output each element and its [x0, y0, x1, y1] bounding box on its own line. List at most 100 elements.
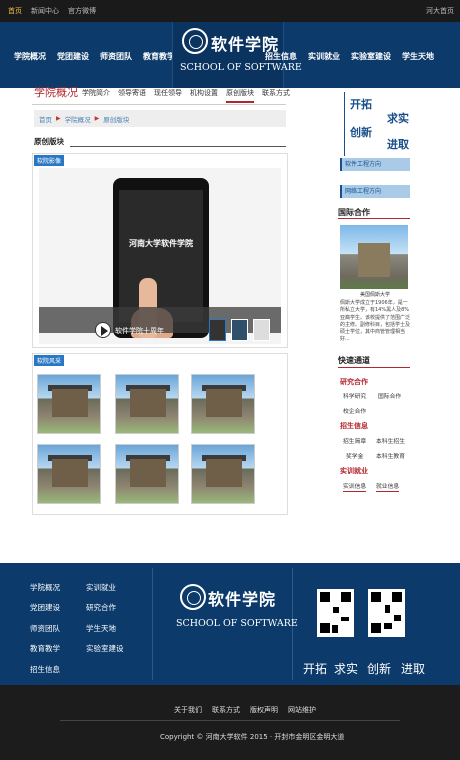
sidebar-link-network[interactable]: 网络工程方向 [340, 185, 410, 198]
block-title: 原创版块 [34, 137, 64, 146]
slogan-word: 创新 [350, 126, 372, 139]
divider [338, 218, 410, 219]
footer-logo-english: SCHOOL OF SOFTWARE [176, 618, 298, 629]
subnav-structure[interactable]: 机构设置 [190, 88, 218, 103]
quick-category-employment: 实训就业 [340, 467, 368, 475]
campus-photo[interactable] [37, 374, 101, 434]
nav-item-party[interactable]: 党团建设 [57, 51, 89, 62]
panel-tag: 软院影像 [34, 155, 65, 166]
nav-item-overview[interactable]: 学院概况 [14, 51, 46, 62]
site-header: 学院概况 党团建设 师资团队 教育教学 软件学院 SCHOOL OF SOFTW… [0, 22, 460, 88]
footer-slogan-word: 进取 [401, 662, 426, 676]
footer-link[interactable]: 实训就业 [86, 582, 116, 593]
bottom-link-contact[interactable]: 联系方式 [212, 705, 240, 715]
campus-photo[interactable] [191, 444, 255, 504]
divider [60, 720, 400, 721]
nav-item-employment[interactable]: 实训就业 [308, 51, 340, 62]
quick-link[interactable]: 本科生招生 [376, 436, 405, 445]
logo-english: SCHOOL OF SOFTWARE [180, 62, 302, 73]
slogan-word: 开拓 [350, 98, 372, 111]
copyright-text: Copyright © 河南大学软件 2015 · 开封市金明区金明大道 [160, 733, 345, 741]
slogan-word: 求实 [387, 112, 409, 125]
quick-link[interactable]: 奖学金 [346, 451, 363, 460]
quick-link[interactable]: 科学研究 [343, 391, 366, 400]
footer-logo-chinese: 软件学院 [208, 590, 277, 609]
sidebar-heading-quick: 快速通道 [338, 356, 370, 365]
breadcrumb-home[interactable]: 首页 [39, 114, 52, 124]
top-link-university[interactable]: 河大首页 [426, 6, 454, 16]
top-link-news[interactable]: 新闻中心 [31, 6, 59, 16]
section-title: 学院概况 [34, 86, 78, 99]
video-thumbnail[interactable] [231, 319, 248, 341]
nav-item-admissions[interactable]: 招生信息 [265, 51, 297, 62]
nav-item-labs[interactable]: 实验室建设 [351, 51, 391, 62]
footer-link[interactable]: 学院概况 [30, 582, 60, 593]
photo-panel: 软院风采 [32, 353, 288, 515]
footer-link[interactable]: 学生天地 [86, 623, 116, 634]
nav-item-students[interactable]: 学生天地 [402, 51, 434, 62]
video-panel: 软院影像 河南大学软件学院 ▶ 软件学院十周年 [32, 153, 288, 348]
quick-link[interactable]: 就业信息 [376, 481, 400, 492]
breadcrumb: 首页 ▶ 学院概况 ▶ 原创版块 [34, 110, 286, 127]
subnav-message[interactable]: 领导寄语 [118, 88, 146, 103]
slogan-word: 进取 [387, 138, 409, 151]
subnav-contact[interactable]: 联系方式 [262, 88, 290, 103]
qr-code-icon [317, 589, 354, 637]
campus-photo[interactable] [115, 444, 179, 504]
sub-nav: 学院简介 领导寄语 现任领导 机构设置 原创版块 联系方式 [82, 88, 290, 103]
university-seal-icon [180, 584, 206, 610]
nav-item-faculty[interactable]: 师资团队 [100, 51, 132, 62]
building-shape [206, 389, 242, 417]
partner-university-photo[interactable] [340, 225, 408, 289]
quick-link[interactable]: 招生简章 [343, 436, 366, 445]
divider [32, 104, 286, 105]
video-caption: 软件学院十周年 [115, 327, 164, 335]
video-thumbnail[interactable] [209, 319, 226, 341]
quick-link[interactable]: 实训信息 [343, 481, 367, 492]
footer-link[interactable]: 研究合作 [86, 602, 116, 613]
divider [344, 92, 345, 156]
building-shape [130, 389, 166, 417]
subnav-leaders[interactable]: 现任领导 [154, 88, 182, 103]
breadcrumb-current: 原创版块 [103, 115, 130, 124]
top-link-home[interactable]: 首页 [8, 6, 22, 16]
quick-link[interactable]: 国际合作 [378, 391, 401, 400]
video-thumbnail[interactable] [253, 319, 270, 341]
tablet-screen: 河南大学软件学院 ▶ [119, 190, 203, 322]
divider [338, 367, 410, 368]
bottom-link-about[interactable]: 关于我们 [174, 705, 202, 715]
quick-link[interactable]: 校企合作 [343, 406, 366, 415]
subnav-intro[interactable]: 学院简介 [82, 88, 110, 103]
footer-link[interactable]: 教育教学 [30, 643, 60, 654]
top-links: 首页 新闻中心 官方微博 [8, 6, 96, 16]
footer-link[interactable]: 师资团队 [30, 623, 60, 634]
sidebar-link-software[interactable]: 软件工程方向 [340, 158, 410, 171]
top-link-weibo[interactable]: 官方微博 [68, 6, 96, 16]
footer-slogan-word: 开拓 [303, 662, 328, 676]
breadcrumb-section[interactable]: 学院概况 [65, 114, 91, 124]
campus-photo[interactable] [115, 374, 179, 434]
quick-category-admissions: 招生信息 [340, 422, 368, 430]
bottom-bar [0, 685, 460, 760]
bottom-link-maintenance[interactable]: 网站维护 [288, 705, 316, 715]
quick-link[interactable]: 本科生教育 [376, 451, 405, 460]
university-seal-icon [182, 28, 208, 54]
video-player[interactable]: 河南大学软件学院 ▶ 软件学院十周年 [39, 168, 281, 344]
footer-link[interactable]: 招生信息 [30, 664, 60, 675]
campus-photo[interactable] [37, 444, 101, 504]
bottom-link-copyright[interactable]: 版权声明 [250, 705, 278, 715]
footer-link[interactable]: 党团建设 [30, 602, 60, 613]
top-bar: 首页 新闻中心 官方微博 河大首页 [0, 0, 460, 22]
breadcrumb-arrow-icon: ▶ [56, 115, 61, 122]
building-shape [52, 459, 88, 487]
building-shape [130, 459, 166, 487]
intl-description: 佩斯大学成立于1906年，是一所私立大学，有14%黑人及8%亚裔学生。该校提供了… [340, 300, 411, 343]
play-icon[interactable] [95, 322, 111, 338]
footer-link[interactable]: 实验室建设 [86, 643, 124, 654]
subnav-original[interactable]: 原创版块 [226, 88, 254, 103]
bottom-links: 关于我们 联系方式 版权声明 网站维护 [174, 705, 316, 715]
photo-caption: 美国佩斯大学 [360, 292, 391, 298]
campus-photo[interactable] [191, 374, 255, 434]
tablet-title: 河南大学软件学院 [129, 239, 193, 248]
nav-item-teaching[interactable]: 教育教学 [143, 51, 175, 62]
